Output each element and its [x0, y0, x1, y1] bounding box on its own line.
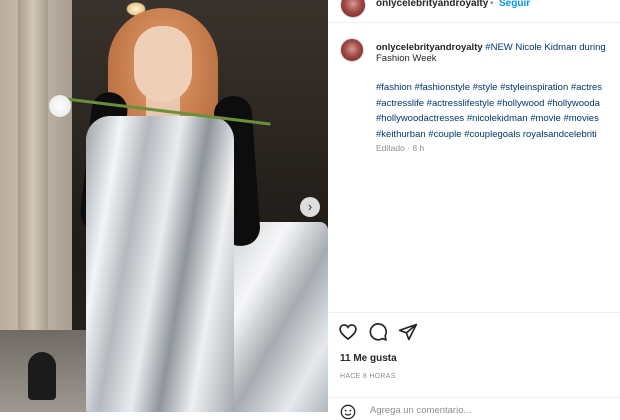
follow-button[interactable]: Seguir	[499, 0, 530, 9]
chevron-right-icon: ›	[307, 199, 313, 214]
edited-timestamp: Editado · 8 h	[376, 143, 425, 153]
comment-bar: Agrega un comentario...	[328, 397, 620, 420]
hashtag-line[interactable]: #actresslife #actresslifestyle #hollywoo…	[376, 96, 620, 112]
caption-title-line-1: #NEW Nicole Kidman during	[485, 42, 606, 53]
post-image[interactable]: ›	[0, 0, 328, 412]
silver-dress	[86, 116, 234, 412]
hashtag-line[interactable]: #hollywoodactresses #nicolekidman #movie…	[376, 111, 620, 127]
white-flower	[49, 95, 71, 117]
comment-icon[interactable]	[368, 322, 388, 342]
hashtag-line[interactable]: #fashion #fashionstyle #style #styleinsp…	[376, 80, 620, 96]
share-icon[interactable]	[398, 322, 418, 342]
likes-count[interactable]: 11 Me gusta	[340, 353, 397, 364]
comment-input[interactable]: Agrega un comentario...	[370, 405, 471, 416]
post-time-ago: HACE 8 HORAS	[340, 373, 396, 380]
caption-title-line-2: Fashion Week	[376, 53, 437, 64]
bollard	[28, 352, 56, 400]
action-bar: 11 Me gusta HACE 8 HORAS Agrega un comen…	[328, 312, 620, 420]
second-dress	[226, 222, 328, 412]
separator-dot: •	[490, 0, 494, 9]
next-image-button[interactable]: ›	[300, 197, 320, 217]
hashtags: #fashion #fashionstyle #style #styleinsp…	[376, 80, 620, 142]
face	[134, 26, 192, 102]
post-header: onlycelebrityandroyalty • Seguir	[328, 0, 620, 23]
post-author-username[interactable]: onlycelebrityandroyalty	[376, 0, 488, 9]
avatar[interactable]	[340, 0, 366, 18]
emoji-icon[interactable]	[340, 404, 356, 420]
heart-icon[interactable]	[338, 322, 358, 342]
hashtag-line[interactable]: #keithurban #couple #couplegoals royalsa…	[376, 127, 620, 143]
post-details-panel: onlycelebrityandroyalty • Seguir onlycel…	[328, 0, 620, 420]
caption-avatar[interactable]	[340, 38, 364, 62]
